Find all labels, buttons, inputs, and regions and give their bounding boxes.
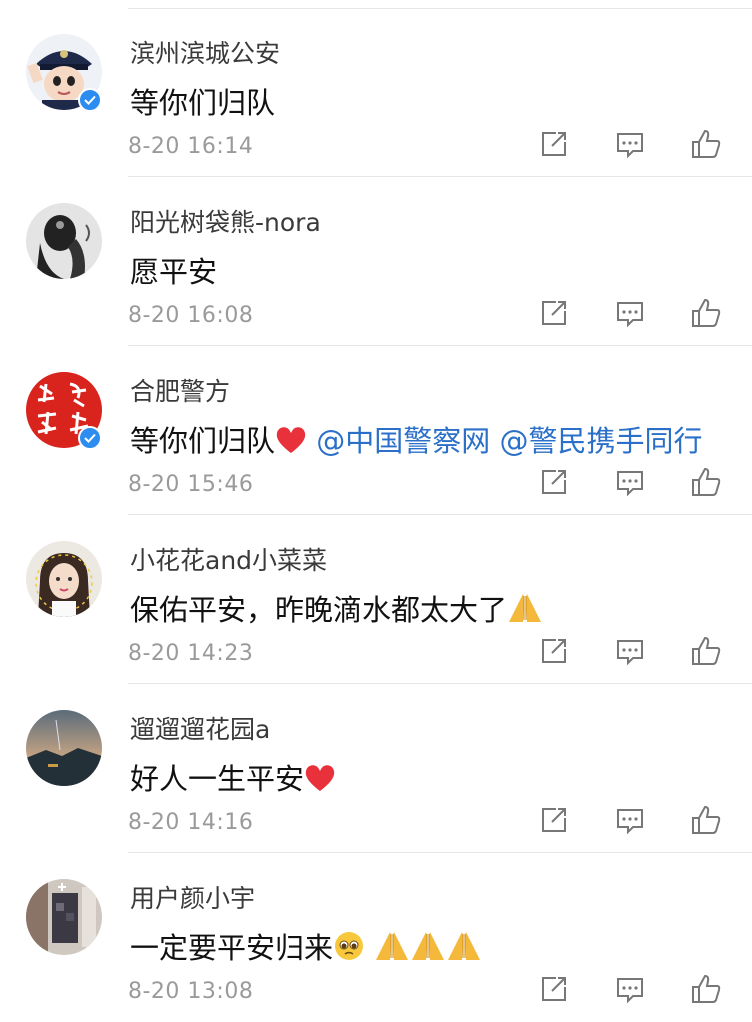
like-icon[interactable]: [688, 971, 724, 1007]
like-icon[interactable]: [688, 633, 724, 669]
avatar[interactable]: [26, 541, 102, 617]
username[interactable]: 合肥警方: [130, 372, 230, 408]
avatar[interactable]: [26, 879, 102, 955]
pleading-face-emoji-icon: [333, 930, 365, 969]
comment-icon[interactable]: [612, 464, 648, 500]
verified-badge-icon: [78, 426, 102, 450]
pray-emoji-icon: [374, 930, 410, 969]
pray-emoji-icon: [507, 592, 543, 631]
username[interactable]: 滨州滨城公安: [130, 34, 280, 70]
heart-emoji-icon: [275, 425, 307, 462]
comment-icon[interactable]: [612, 802, 648, 838]
comment-icon[interactable]: [612, 295, 648, 331]
comment-text: 好人一生平安: [130, 756, 336, 800]
comment-time: 8-20 16:14: [128, 134, 254, 159]
pray-emoji-icon: [446, 930, 482, 969]
avatar[interactable]: [26, 203, 102, 279]
like-icon[interactable]: [688, 464, 724, 500]
comment-item: 用户颜小宇 一定要平安归来 8-20 13:08: [0, 853, 752, 1022]
comment-time: 8-20 14:23: [128, 641, 254, 666]
comment-item: 滨州滨城公安 等你们归队 8-20 16:14: [0, 8, 752, 177]
comment-item: 合肥警方 等你们归队 @中国警察网 @警民携手同行 8-20 15:46: [0, 346, 752, 515]
comment-text-body: 等你们归队: [130, 424, 276, 458]
repost-icon[interactable]: [536, 971, 572, 1007]
like-icon[interactable]: [688, 295, 724, 331]
comment-icon[interactable]: [612, 633, 648, 669]
like-icon[interactable]: [688, 802, 724, 838]
repost-icon[interactable]: [536, 802, 572, 838]
repost-icon[interactable]: [536, 464, 572, 500]
mention-link[interactable]: @警民携手同行: [499, 424, 702, 458]
mention-link[interactable]: @中国警察网: [316, 424, 490, 458]
comment-time: 8-20 16:08: [128, 303, 254, 328]
comment-text-body: 一定要平安归来: [130, 931, 334, 965]
comment-text-body: 好人一生平安: [130, 762, 305, 796]
repost-icon[interactable]: [536, 295, 572, 331]
comment-text-body: 保佑平安，昨晚滴水都太大了: [130, 593, 508, 627]
repost-icon[interactable]: [536, 126, 572, 162]
comment-icon[interactable]: [612, 971, 648, 1007]
comment-text: 一定要平安归来: [130, 925, 482, 969]
verified-badge-icon: [78, 88, 102, 112]
heart-emoji-icon: [304, 763, 336, 800]
comment-time: 8-20 13:08: [128, 979, 254, 1004]
comment-text: 等你们归队: [130, 86, 276, 120]
username[interactable]: 遛遛遛花园a: [130, 710, 270, 746]
username[interactable]: 用户颜小宇: [130, 879, 255, 915]
comment-item: 阳光树袋熊-nora 愿平安 8-20 16:08: [0, 177, 752, 346]
comment-text: 愿平安: [130, 255, 218, 289]
username[interactable]: 小花花and小菜菜: [130, 541, 327, 577]
pray-emoji-icon: [410, 930, 446, 969]
comment-text: 保佑平安，昨晚滴水都太大了: [130, 587, 543, 631]
comment-icon[interactable]: [612, 126, 648, 162]
username[interactable]: 阳光树袋熊-nora: [130, 203, 321, 239]
comment-time: 8-20 14:16: [128, 810, 254, 835]
repost-icon[interactable]: [536, 633, 572, 669]
comment-text: 等你们归队 @中国警察网 @警民携手同行: [130, 418, 702, 462]
comment-item: 小花花and小菜菜 保佑平安，昨晚滴水都太大了 8-20 14:23: [0, 515, 752, 684]
comment-time: 8-20 15:46: [128, 472, 254, 497]
comment-item: 遛遛遛花园a 好人一生平安 8-20 14:16: [0, 684, 752, 853]
like-icon[interactable]: [688, 126, 724, 162]
avatar[interactable]: [26, 710, 102, 786]
